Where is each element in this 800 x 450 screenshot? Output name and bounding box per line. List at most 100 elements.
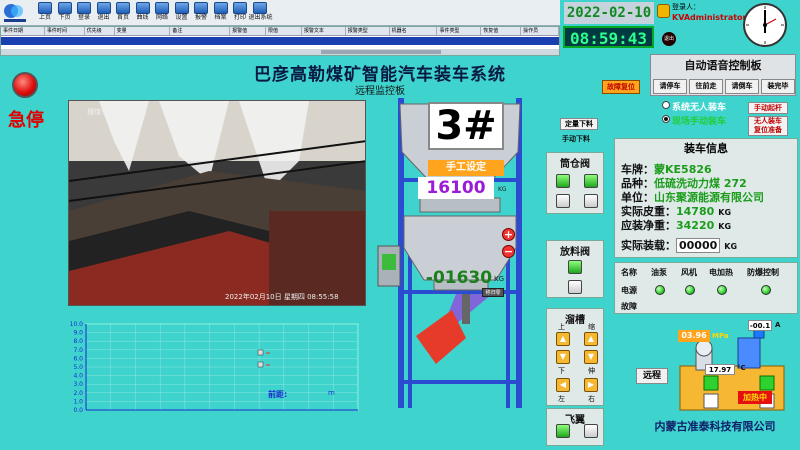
chute-retract-label: 缩 <box>588 323 595 331</box>
chute-left-button[interactable]: ◀ <box>556 378 570 392</box>
camera-top-caption: 播煤头车尾 <box>87 108 122 116</box>
y-tick-label: 8.0 <box>73 338 83 345</box>
y-tick-label: 4.0 <box>73 373 83 380</box>
fault-reset-button[interactable]: 故障复位 <box>602 80 640 94</box>
silo-gate-close-button[interactable] <box>556 194 570 208</box>
analog-clock-icon <box>740 2 790 48</box>
unmanned-reset-line1: 无人装车 <box>754 117 782 125</box>
alarm-event-table[interactable]: 事件日期 事件时间 优先级 变量 备注 报警值 限值 报警文本 报警类型 机器名 事件类型 恢复值 操作… <box>0 26 560 56</box>
chute-up-button[interactable]: ▲ <box>556 332 570 346</box>
actual-label: 实际装载： <box>621 239 676 252</box>
explosion-proof-power-led <box>761 285 771 295</box>
network-icon <box>155 2 169 14</box>
unmanned-reset-button[interactable]: 无人装车 复位准备 <box>748 116 788 136</box>
alarm-column-header[interactable]: 优先级 <box>85 27 115 35</box>
emergency-stop-button[interactable] <box>12 72 38 98</box>
plus-button[interactable]: + <box>502 228 515 241</box>
silo-gate-open-button-2[interactable] <box>584 174 598 188</box>
toolbar: 上页 下页 登录 退出 首页 曲线 网络 设置 报警 档案 打印 退出系统 <box>0 0 560 26</box>
chute-down-button[interactable]: ▼ <box>556 350 570 364</box>
equip-row-power: 电源 <box>621 286 637 295</box>
remote-button[interactable]: 远程 <box>636 368 668 384</box>
scale-zero-button[interactable]: 称归零 <box>482 288 504 297</box>
equip-header-name: 名称 <box>621 268 637 277</box>
toolbar-button-label: 退出系统 <box>248 14 273 21</box>
flying-wing-close-button[interactable] <box>584 424 598 438</box>
voice-stop-button[interactable]: 请停车 <box>653 79 687 94</box>
voice-reverse-button[interactable]: 请倒车 <box>725 79 759 94</box>
flying-wing-open-button[interactable] <box>556 424 570 438</box>
alarm-column-header[interactable]: 报警类型 <box>346 27 390 35</box>
panel-subtitle: 远程监控板 <box>355 86 405 97</box>
setpoint-input[interactable]: 16100 <box>418 177 494 199</box>
legend-swatch[interactable] <box>257 361 264 368</box>
alarm-table-scrollbar[interactable] <box>1 49 559 55</box>
chute-right-button[interactable]: ▶ <box>584 378 598 392</box>
alarm-column-header[interactable]: 报警值 <box>230 27 267 35</box>
chute-extend-button[interactable]: ▼ <box>584 350 598 364</box>
equipment-status-grid: 名称 油泵 风机 电加热 防爆控制 电源 故障 <box>614 262 798 314</box>
y-tick-label: 2.0 <box>73 390 83 397</box>
toolbar-button-11[interactable]: 退出系统 <box>248 1 273 25</box>
actual-value: 00000 <box>676 238 721 253</box>
legend-swatch[interactable] <box>257 349 264 356</box>
chute-left-label: 左 <box>558 395 565 403</box>
alarm-column-header[interactable]: 恢复值 <box>481 27 522 35</box>
minus-button[interactable]: − <box>502 245 515 258</box>
page-down-icon <box>57 2 72 14</box>
table-row[interactable] <box>1 37 559 45</box>
alarm-column-header[interactable]: 变量 <box>115 27 171 35</box>
voice-done-button[interactable]: 装完毕 <box>761 79 795 94</box>
page-up-icon <box>38 2 52 14</box>
voice-control-panel: 自动语音控制板 请停车 往前走 请倒车 装完毕 <box>650 54 796 96</box>
date-display: 2022-02-10 <box>564 2 654 24</box>
discharge-valve-title: 放料阀 <box>560 247 590 258</box>
silo-gate-open-button[interactable] <box>556 174 570 188</box>
silo-gate-close-button-2[interactable] <box>584 194 598 208</box>
fixed-discharge-button[interactable]: 定量下料 <box>560 118 598 130</box>
curve-icon <box>135 2 150 14</box>
scale-weight: -01630 <box>425 268 493 288</box>
voice-forward-button[interactable]: 往前走 <box>689 79 723 94</box>
discharge-valve-close-button[interactable] <box>568 280 582 294</box>
local-manual-mode-label: 现场手动装车 <box>672 117 727 127</box>
pressure-value: 03.96 <box>678 330 710 342</box>
alarm-column-header[interactable]: 机器名 <box>390 27 438 35</box>
alarm-column-header[interactable]: 事件时间 <box>45 27 85 35</box>
equip-header-explosion-proof: 防爆控制 <box>747 268 779 277</box>
y-tick-label: 5.0 <box>73 364 83 371</box>
voice-panel-title: 自动语音控制板 <box>684 59 762 72</box>
alarm-column-header[interactable]: 限值 <box>266 27 302 35</box>
equip-row-fault: 故障 <box>621 302 637 311</box>
alarm-column-header[interactable]: 事件类型 <box>437 27 482 35</box>
alarm-column-header[interactable]: 操作员 <box>521 27 559 35</box>
scale-weight-unit: KG <box>494 275 505 283</box>
current-unit: A <box>775 321 781 329</box>
exit-button[interactable]: 退出 <box>662 32 676 46</box>
alarm-column-header[interactable]: 事件日期 <box>1 27 45 35</box>
chute-retract-button[interactable]: ▲ <box>584 332 598 346</box>
camera-timestamp: 2022年02月10日 星期四 08:55:58 <box>225 293 339 301</box>
manual-start-button[interactable]: 手动起杆 <box>748 102 788 114</box>
net-value: 34220 <box>676 219 715 232</box>
silo-gate-title: 筒仓阀 <box>560 159 590 170</box>
alarm-column-header[interactable]: 备注 <box>170 27 231 35</box>
loading-info-title: 装车信息 <box>684 142 728 155</box>
equip-header-fan: 风机 <box>681 268 697 277</box>
alarm-column-header[interactable]: 报警文本 <box>302 27 346 35</box>
emergency-stop-label: 急停 <box>8 110 44 131</box>
tare-unit: KG <box>718 208 732 217</box>
exit-system-icon <box>252 2 267 14</box>
unmanned-mode-radio[interactable] <box>662 101 670 109</box>
discharge-valve-open-button[interactable] <box>568 260 582 274</box>
home-icon <box>116 2 130 14</box>
loading-info-panel: 装车信息 车牌：蒙KE5826 品种：低硫洗动力煤 272 单位：山东聚源能源有… <box>614 138 798 258</box>
y-tick-label: 9.0 <box>73 330 83 337</box>
chute-right-label: 右 <box>588 395 595 403</box>
chute-up-label: 上 <box>558 323 565 331</box>
unmanned-reset-line2: 复位准备 <box>754 126 782 134</box>
local-manual-mode-radio[interactable] <box>662 115 670 123</box>
manual-discharge-button[interactable]: 手动下料 <box>562 134 590 144</box>
temperature-value: 17.97 <box>705 364 735 375</box>
unmanned-mode-label: 系统无人装车 <box>672 103 727 113</box>
